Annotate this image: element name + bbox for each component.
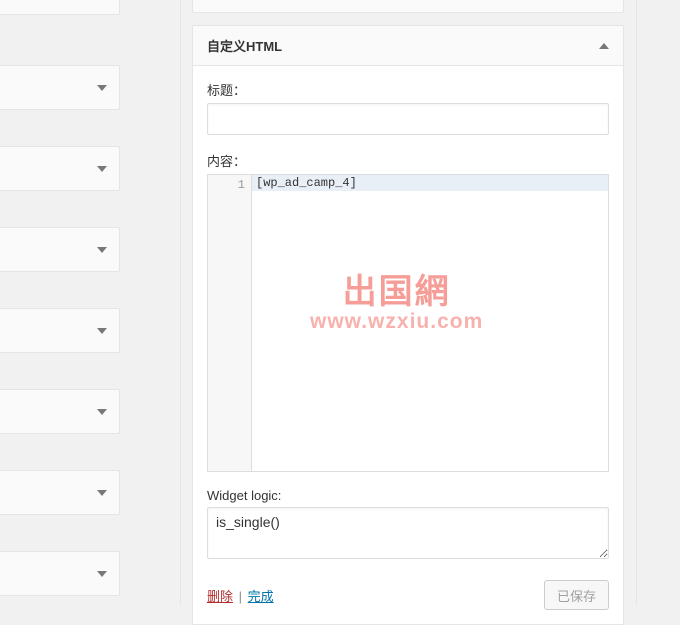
- collapsed-widget[interactable]: [0, 146, 120, 191]
- widget-settings-column: 自定义HTML 标题： 内容： 1 [wp_ad_camp_4] 出国網 www…: [192, 0, 624, 605]
- watermark-line2: www.wzxiu.com: [310, 311, 483, 332]
- saved-button[interactable]: 已保存: [544, 580, 609, 610]
- code-gutter: 1: [208, 175, 252, 471]
- code-content: [wp_ad_camp_4]: [256, 175, 357, 191]
- chevron-down-icon: [97, 328, 107, 334]
- action-links: 删除 | 完成: [207, 586, 274, 605]
- collapsed-widget[interactable]: [0, 470, 120, 515]
- chevron-down-icon: [97, 409, 107, 415]
- done-link[interactable]: 完成: [248, 589, 274, 604]
- previous-panel-tail: [192, 0, 624, 13]
- chevron-down-icon: [97, 490, 107, 496]
- collapsed-widget[interactable]: [0, 551, 120, 596]
- widget-body: 标题： 内容： 1 [wp_ad_camp_4] 出国網 www.wzxiu.c…: [193, 66, 623, 624]
- widget-header[interactable]: 自定义HTML: [193, 26, 623, 66]
- watermark-line1: 出国網: [310, 275, 483, 309]
- widget-logic-input[interactable]: is_single(): [207, 507, 609, 559]
- content-code-editor[interactable]: 1 [wp_ad_camp_4] 出国網 www.wzxiu.com: [207, 174, 609, 472]
- collapsed-widget[interactable]: [0, 308, 120, 353]
- title-label: 标题：: [207, 80, 609, 99]
- widget-title: 自定义HTML: [207, 36, 282, 55]
- collapsed-widget[interactable]: [0, 0, 120, 15]
- widget-logic-label: Widget logic:: [207, 488, 609, 503]
- actions-separator: |: [239, 589, 242, 604]
- collapsed-widget[interactable]: [0, 227, 120, 272]
- collapsed-widgets-column: [0, 0, 120, 605]
- line-number: 1: [208, 177, 245, 193]
- delete-link[interactable]: 删除: [207, 589, 233, 604]
- title-input[interactable]: [207, 103, 609, 135]
- watermark: 出国網 www.wzxiu.com: [310, 275, 483, 332]
- chevron-up-icon: [599, 43, 609, 49]
- custom-html-widget: 自定义HTML 标题： 内容： 1 [wp_ad_camp_4] 出国網 www…: [192, 25, 624, 625]
- code-area[interactable]: [wp_ad_camp_4] 出国網 www.wzxiu.com: [252, 175, 608, 471]
- chevron-down-icon: [97, 166, 107, 172]
- chevron-down-icon: [97, 247, 107, 253]
- chevron-down-icon: [97, 571, 107, 577]
- chevron-down-icon: [97, 85, 107, 91]
- content-label: 内容：: [207, 151, 609, 170]
- collapsed-widget[interactable]: [0, 389, 120, 434]
- collapsed-widget[interactable]: [0, 65, 120, 110]
